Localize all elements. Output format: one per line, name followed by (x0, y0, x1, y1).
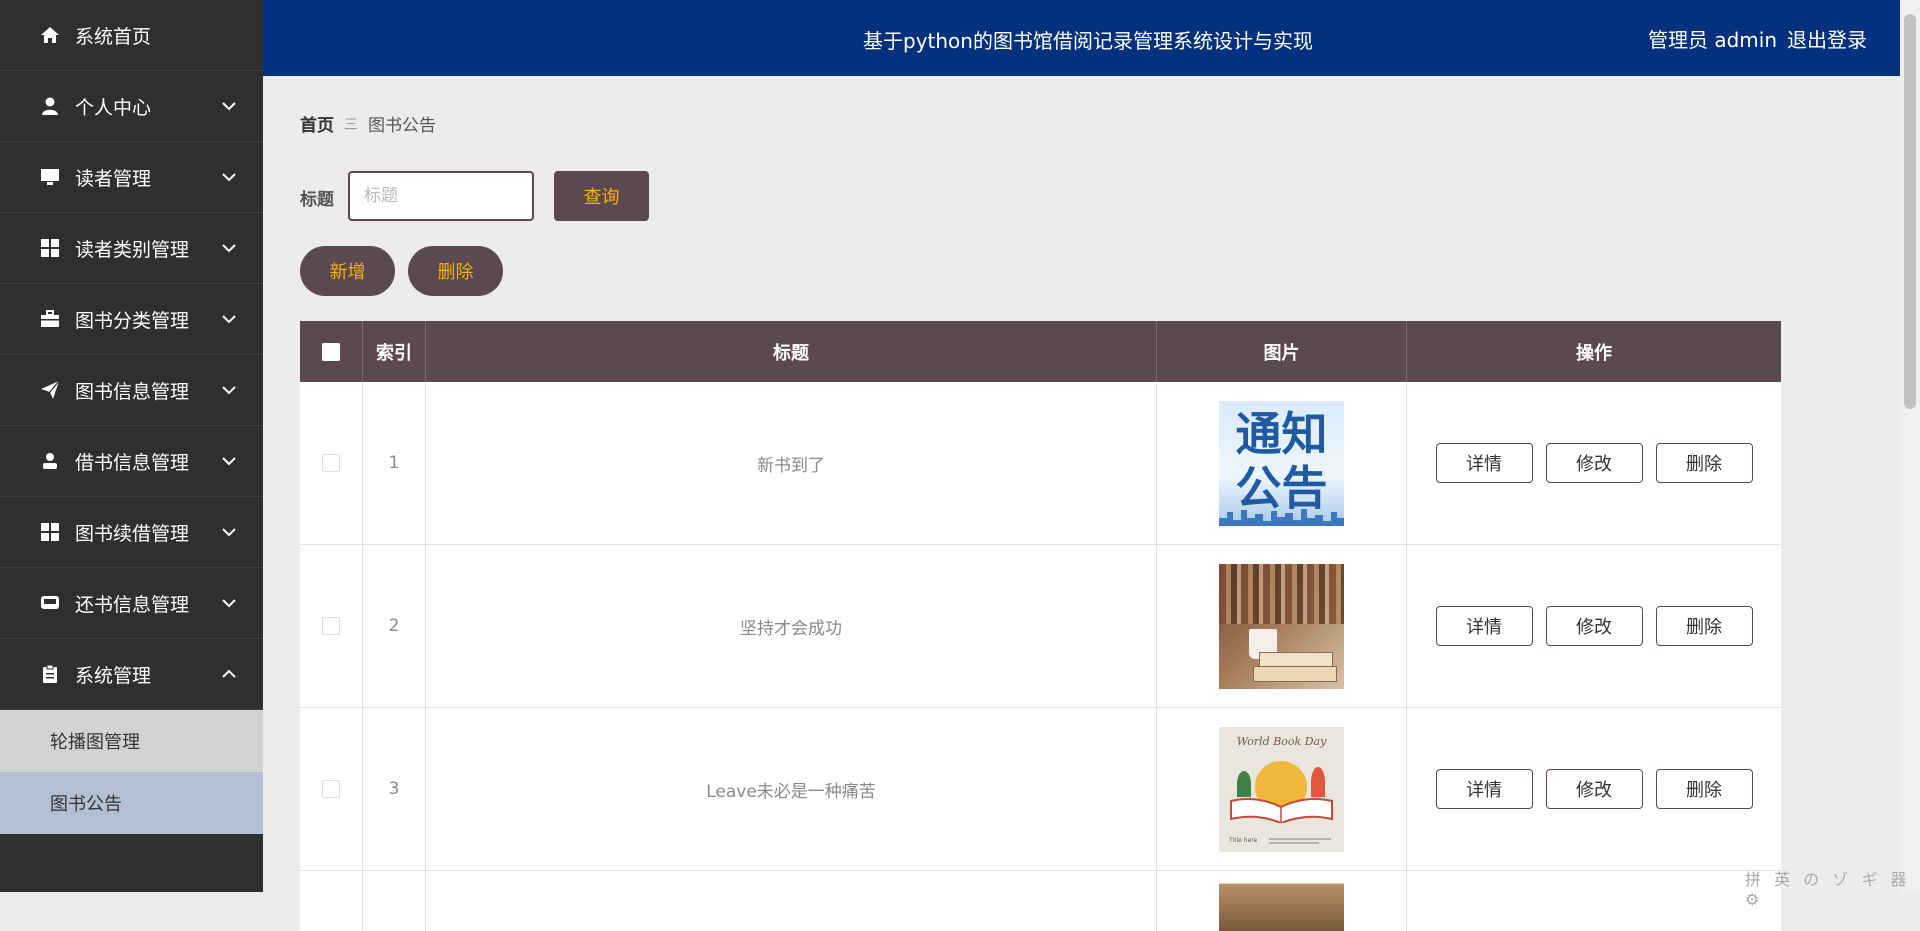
sidebar-item-book-categories[interactable]: 图书分类管理 (0, 284, 263, 355)
row-checkbox[interactable] (322, 780, 340, 798)
table-row: 1 新书到了 通知 公告 详情 修改 删除 (300, 382, 1781, 545)
select-all-checkbox[interactable] (322, 342, 340, 361)
row-index: 3 (363, 708, 426, 870)
delete-button[interactable]: 删除 (1655, 606, 1753, 646)
chevron-down-icon (222, 528, 236, 537)
sidebar-item-label: 系统首页 (75, 25, 152, 48)
row-index: 1 (363, 382, 426, 544)
grid-icon (39, 237, 61, 259)
world-book-day-image: World Book Day Title here (1219, 726, 1344, 852)
table-row: 3 Leave未必是一种痛苦 World Book Day Title here… (300, 708, 1781, 871)
sidebar-item-reader-categories[interactable]: 读者类别管理 (0, 213, 263, 284)
logout-link[interactable]: 退出登录 (1787, 24, 1867, 53)
row-image (1219, 871, 1344, 931)
sidebar-item-readers[interactable]: 读者管理 (0, 142, 263, 213)
delete-button[interactable]: 删除 (1655, 769, 1753, 809)
chevron-down-icon (222, 244, 236, 253)
user-icon (39, 95, 61, 117)
edit-button[interactable]: 修改 (1545, 606, 1643, 646)
row-title: Leave未必是一种痛苦 (426, 708, 1157, 870)
sidebar-item-home[interactable]: 系统首页 (0, 0, 263, 71)
row-title: 新书到了 (426, 382, 1157, 544)
chevron-down-icon (222, 315, 236, 324)
page-scrollbar[interactable] (1900, 0, 1920, 892)
breadcrumb-current: 图书公告 (368, 116, 436, 136)
breadcrumb-separator: 三 (344, 116, 358, 133)
column-header-image: 图片 (1157, 321, 1407, 382)
sidebar-item-label: 读者类别管理 (75, 238, 190, 261)
delete-button[interactable]: 删除 (1655, 443, 1753, 483)
row-index: 2 (363, 545, 426, 707)
detail-button[interactable]: 详情 (1435, 606, 1533, 646)
monitor-icon (39, 166, 61, 188)
bulk-delete-button[interactable]: 删除 (408, 246, 503, 296)
detail-button[interactable]: 详情 (1435, 443, 1533, 483)
image-caption: Title here (1229, 836, 1258, 844)
announcements-table: 索引 标题 图片 操作 1 新书到了 通知 公告 详情 修改 删除 2 坚持才会… (300, 321, 1781, 931)
sidebar-subitem-carousel[interactable]: 轮播图管理 (0, 710, 263, 772)
sidebar-item-renewals[interactable]: 图书续借管理 (0, 497, 263, 568)
table-header: 索引 标题 图片 操作 (300, 321, 1781, 382)
sidebar-item-returns[interactable]: 还书信息管理 (0, 568, 263, 639)
detail-button[interactable]: 详情 (1435, 769, 1533, 809)
table-row (300, 871, 1781, 931)
scrollbar-thumb[interactable] (1904, 14, 1916, 409)
chevron-down-icon (222, 386, 236, 395)
top-header: 基于python的图书馆借阅记录管理系统设计与实现 管理员 admin 退出登录 (263, 0, 1900, 76)
column-header-title: 标题 (426, 321, 1157, 382)
column-header-actions: 操作 (1576, 342, 1612, 364)
paper-plane-icon (39, 379, 61, 401)
column-header-index: 索引 (363, 321, 426, 382)
breadcrumb-home[interactable]: 首页 (300, 111, 334, 136)
briefcase-icon (39, 308, 61, 330)
ime-toolbar[interactable]: 拼 英 の ゾ ギ 器 ⚙ (1745, 866, 1920, 909)
sidebar-item-book-info[interactable]: 图书信息管理 (0, 355, 263, 426)
sidebar-item-label: 还书信息管理 (75, 593, 190, 616)
chevron-down-icon (222, 173, 236, 182)
row-checkbox[interactable] (322, 454, 340, 472)
sidebar-item-label: 借书信息管理 (75, 451, 190, 474)
sidebar-subitem-announcements[interactable]: 图书公告 (0, 772, 263, 834)
notice-image-text: 通知 (1235, 406, 1328, 461)
title-search-input[interactable] (348, 171, 534, 221)
notice-image: 通知 公告 (1219, 400, 1344, 526)
chevron-down-icon (222, 457, 236, 466)
inbox-icon (39, 592, 61, 614)
home-icon (39, 24, 61, 46)
chevron-down-icon (222, 102, 236, 111)
sidebar: 系统首页 个人中心 读者管理 读者类别管理 图书分类管理 图书信息管理 借书信息… (0, 0, 263, 892)
clipboard-icon (39, 663, 61, 685)
grid-icon (39, 521, 61, 543)
sidebar-item-label: 图书分类管理 (75, 309, 190, 332)
books-coffee-image (1219, 563, 1344, 689)
add-button[interactable]: 新增 (300, 246, 395, 296)
sidebar-item-label: 系统管理 (75, 664, 152, 687)
current-user: 管理员 admin (1648, 28, 1778, 52)
edit-button[interactable]: 修改 (1545, 769, 1643, 809)
search-label: 标题 (300, 190, 334, 210)
person-icon (39, 450, 61, 472)
sidebar-item-personal-center[interactable]: 个人中心 (0, 71, 263, 142)
select-all-cell (300, 321, 363, 382)
row-title: 坚持才会成功 (426, 545, 1157, 707)
chevron-down-icon (222, 599, 236, 608)
open-book-graphic (1230, 797, 1333, 823)
sidebar-item-label: 个人中心 (75, 96, 152, 119)
sidebar-item-label: 读者管理 (75, 167, 152, 190)
chevron-up-icon (222, 669, 236, 678)
sidebar-item-label: 图书续借管理 (75, 522, 190, 545)
sidebar-item-borrow-info[interactable]: 借书信息管理 (0, 426, 263, 497)
breadcrumb: 首页 三 图书公告 (300, 111, 436, 136)
sidebar-subitem-label: 图书公告 (50, 794, 122, 815)
skyline-graphic (1219, 508, 1344, 526)
sidebar-subitem-label: 轮播图管理 (50, 732, 140, 753)
row-checkbox[interactable] (322, 617, 340, 635)
query-button[interactable]: 查询 (554, 171, 649, 221)
sidebar-item-system[interactable]: 系统管理 (0, 639, 263, 710)
edit-button[interactable]: 修改 (1545, 443, 1643, 483)
table-row: 2 坚持才会成功 详情 修改 删除 (300, 545, 1781, 708)
world-book-day-text: World Book Day (1236, 734, 1327, 748)
sidebar-item-label: 图书信息管理 (75, 380, 190, 403)
app-title: 基于python的图书馆借阅记录管理系统设计与实现 (863, 29, 1313, 53)
